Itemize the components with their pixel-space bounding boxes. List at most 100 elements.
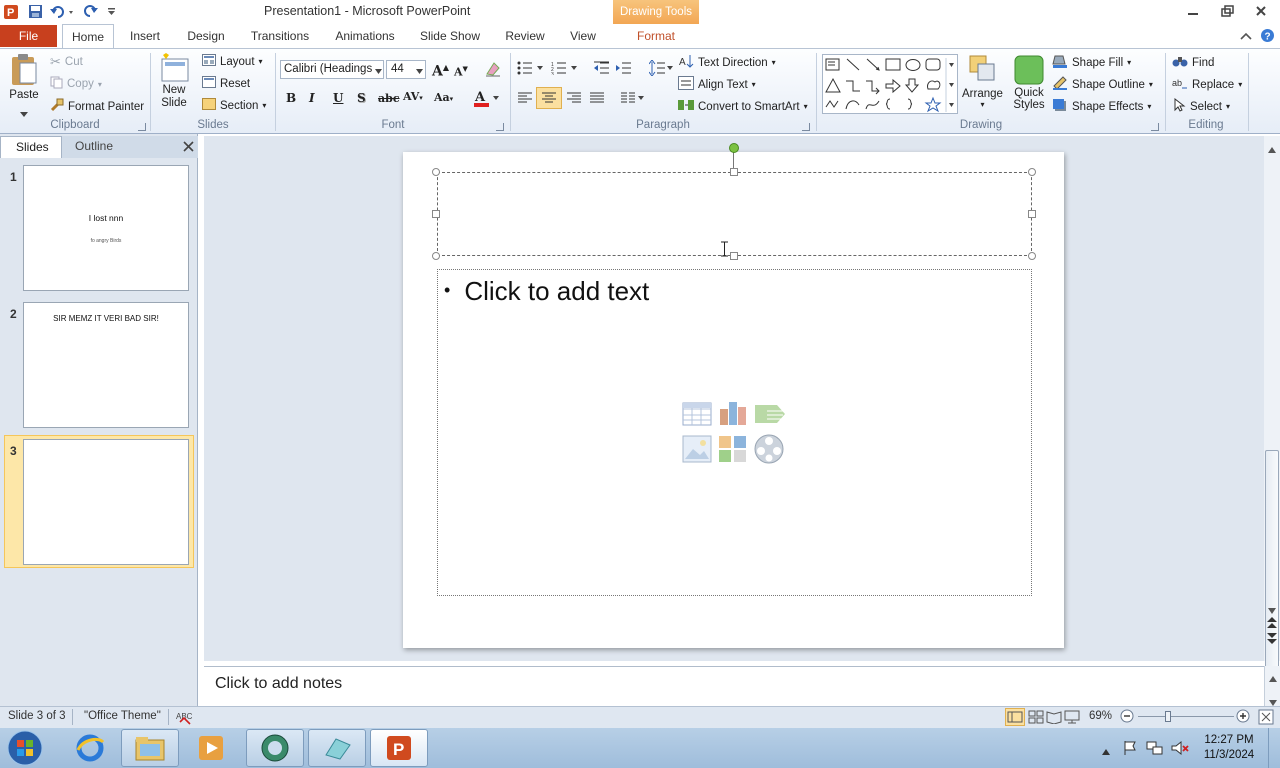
- tab-view[interactable]: View: [564, 24, 602, 48]
- tab-design[interactable]: Design: [180, 24, 232, 48]
- format-painter-button[interactable]: Format Painter: [50, 98, 144, 115]
- show-hidden-icons-icon[interactable]: [1102, 744, 1110, 758]
- powerpoint-logo-icon[interactable]: P: [2, 3, 20, 20]
- tab-slide-show[interactable]: Slide Show: [416, 24, 484, 48]
- italic-icon[interactable]: I: [309, 91, 315, 105]
- spell-check-icon[interactable]: ABC: [176, 709, 194, 728]
- insert-table-icon[interactable]: [682, 401, 712, 430]
- resize-handle[interactable]: [1028, 210, 1036, 218]
- internet-explorer-icon[interactable]: [64, 728, 116, 768]
- insert-chart-icon[interactable]: [718, 399, 750, 430]
- slide-show-view-icon[interactable]: [1064, 710, 1080, 727]
- text-shadow-icon[interactable]: S: [357, 91, 366, 105]
- new-slide-button[interactable]: New Slide: [157, 53, 191, 109]
- volume-muted-icon[interactable]: [1171, 740, 1189, 759]
- app-task[interactable]: [308, 729, 366, 767]
- align-center-icon[interactable]: [536, 87, 562, 109]
- reset-button[interactable]: Reset: [202, 76, 250, 91]
- redo-icon[interactable]: [82, 3, 100, 20]
- layout-button[interactable]: Layout ▾: [202, 54, 263, 69]
- browser-task[interactable]: [246, 729, 304, 767]
- resize-handle[interactable]: [432, 210, 440, 218]
- insert-media-icon[interactable]: [753, 433, 785, 468]
- font-launcher-icon[interactable]: [496, 123, 504, 131]
- next-slide-icon[interactable]: [1267, 633, 1277, 648]
- reading-view-icon[interactable]: [1046, 710, 1062, 727]
- character-spacing-icon[interactable]: AV▾: [403, 90, 423, 103]
- network-icon[interactable]: [1146, 740, 1164, 759]
- drawing-launcher-icon[interactable]: [1151, 123, 1159, 131]
- slide-thumbnail-2[interactable]: SIR MEMZ IT VERI BAD SIR!: [23, 302, 189, 428]
- bold-icon[interactable]: B: [286, 91, 296, 105]
- convert-smartart-button[interactable]: Convert to SmartArt ▾: [678, 98, 808, 115]
- text-direction-button[interactable]: A Text Direction ▾: [678, 53, 776, 72]
- zoom-in-icon[interactable]: [1236, 709, 1250, 726]
- tab-transitions[interactable]: Transitions: [246, 24, 314, 48]
- theme-name[interactable]: "Office Theme": [84, 710, 161, 722]
- notes-placeholder[interactable]: Click to add notes: [215, 675, 342, 693]
- powerpoint-task[interactable]: P: [370, 729, 428, 767]
- help-expand-icon[interactable]: [1240, 30, 1252, 44]
- font-color-icon[interactable]: A: [473, 88, 499, 111]
- insert-picture-icon[interactable]: [682, 435, 712, 466]
- paste-dropdown-icon[interactable]: [20, 106, 28, 120]
- media-player-icon[interactable]: [185, 728, 237, 768]
- find-button[interactable]: Find: [1172, 54, 1214, 71]
- strikethrough-icon[interactable]: abc: [378, 92, 400, 105]
- start-button[interactable]: [2, 728, 48, 768]
- quick-styles-button[interactable]: Quick Styles: [1012, 53, 1046, 111]
- chevron-down-icon[interactable]: [375, 63, 382, 77]
- line-spacing-icon[interactable]: [648, 59, 673, 79]
- notes-pane[interactable]: [204, 666, 1280, 706]
- justify-icon[interactable]: [589, 91, 605, 108]
- vertical-scrollbar[interactable]: [1264, 136, 1280, 732]
- resize-handle[interactable]: [730, 168, 738, 176]
- previous-slide-icon[interactable]: [1267, 617, 1277, 632]
- system-clock[interactable]: 12:27 PM 11/3/2024: [1196, 733, 1262, 763]
- increase-indent-icon[interactable]: [616, 61, 632, 78]
- notes-scrollbar[interactable]: [1264, 666, 1280, 706]
- slide-thumbnail-1[interactable]: I lost nnn fo angry Birds: [23, 165, 189, 291]
- align-right-icon[interactable]: [566, 91, 582, 108]
- clipboard-launcher-icon[interactable]: [138, 123, 146, 131]
- underline-icon[interactable]: U: [333, 91, 343, 105]
- customize-qat-icon[interactable]: [105, 3, 117, 20]
- tab-outline[interactable]: Outline: [64, 136, 154, 158]
- tab-animations[interactable]: Animations: [330, 24, 400, 48]
- cut-button[interactable]: ✂ Cut: [50, 54, 83, 70]
- bullets-icon[interactable]: [517, 61, 545, 78]
- resize-handle[interactable]: [1028, 168, 1036, 176]
- content-placeholder[interactable]: [437, 269, 1032, 596]
- fit-to-window-icon[interactable]: [1258, 709, 1274, 728]
- restore-icon[interactable]: [1212, 2, 1242, 20]
- scroll-down-icon[interactable]: [1268, 603, 1276, 617]
- resize-handle[interactable]: [730, 252, 738, 260]
- zoom-slider-thumb[interactable]: [1165, 711, 1171, 722]
- numbering-icon[interactable]: 123: [551, 61, 579, 78]
- show-desktop-button[interactable]: [1268, 728, 1280, 768]
- chevron-down-icon[interactable]: [416, 63, 423, 77]
- shape-effects-button[interactable]: Shape Effects ▾: [1052, 98, 1151, 115]
- close-pane-icon[interactable]: [183, 141, 194, 155]
- zoom-slider[interactable]: [1138, 716, 1234, 717]
- align-text-button[interactable]: Align Text ▾: [678, 76, 756, 93]
- tab-slides[interactable]: Slides: [0, 136, 62, 158]
- action-center-flag-icon[interactable]: [1123, 740, 1137, 759]
- title-placeholder[interactable]: [437, 172, 1032, 256]
- shrink-font-icon[interactable]: A▼: [454, 64, 468, 79]
- file-explorer-task[interactable]: [121, 729, 179, 767]
- tab-review[interactable]: Review: [500, 24, 550, 48]
- tab-home[interactable]: Home: [62, 24, 114, 49]
- scroll-up-icon[interactable]: [1269, 671, 1277, 685]
- normal-view-icon[interactable]: [1005, 708, 1025, 726]
- paragraph-launcher-icon[interactable]: [802, 123, 810, 131]
- close-icon[interactable]: [1246, 2, 1276, 20]
- decrease-indent-icon[interactable]: [594, 61, 610, 78]
- replace-button[interactable]: ab Replace ▾: [1172, 76, 1242, 93]
- tab-file[interactable]: File: [0, 25, 57, 47]
- shapes-gallery[interactable]: [822, 54, 958, 114]
- zoom-level[interactable]: 69%: [1089, 710, 1112, 722]
- select-button[interactable]: Select ▾: [1172, 97, 1230, 115]
- change-case-icon[interactable]: Aa▾: [434, 91, 453, 104]
- font-family-select[interactable]: Calibri (Headings: [280, 60, 384, 79]
